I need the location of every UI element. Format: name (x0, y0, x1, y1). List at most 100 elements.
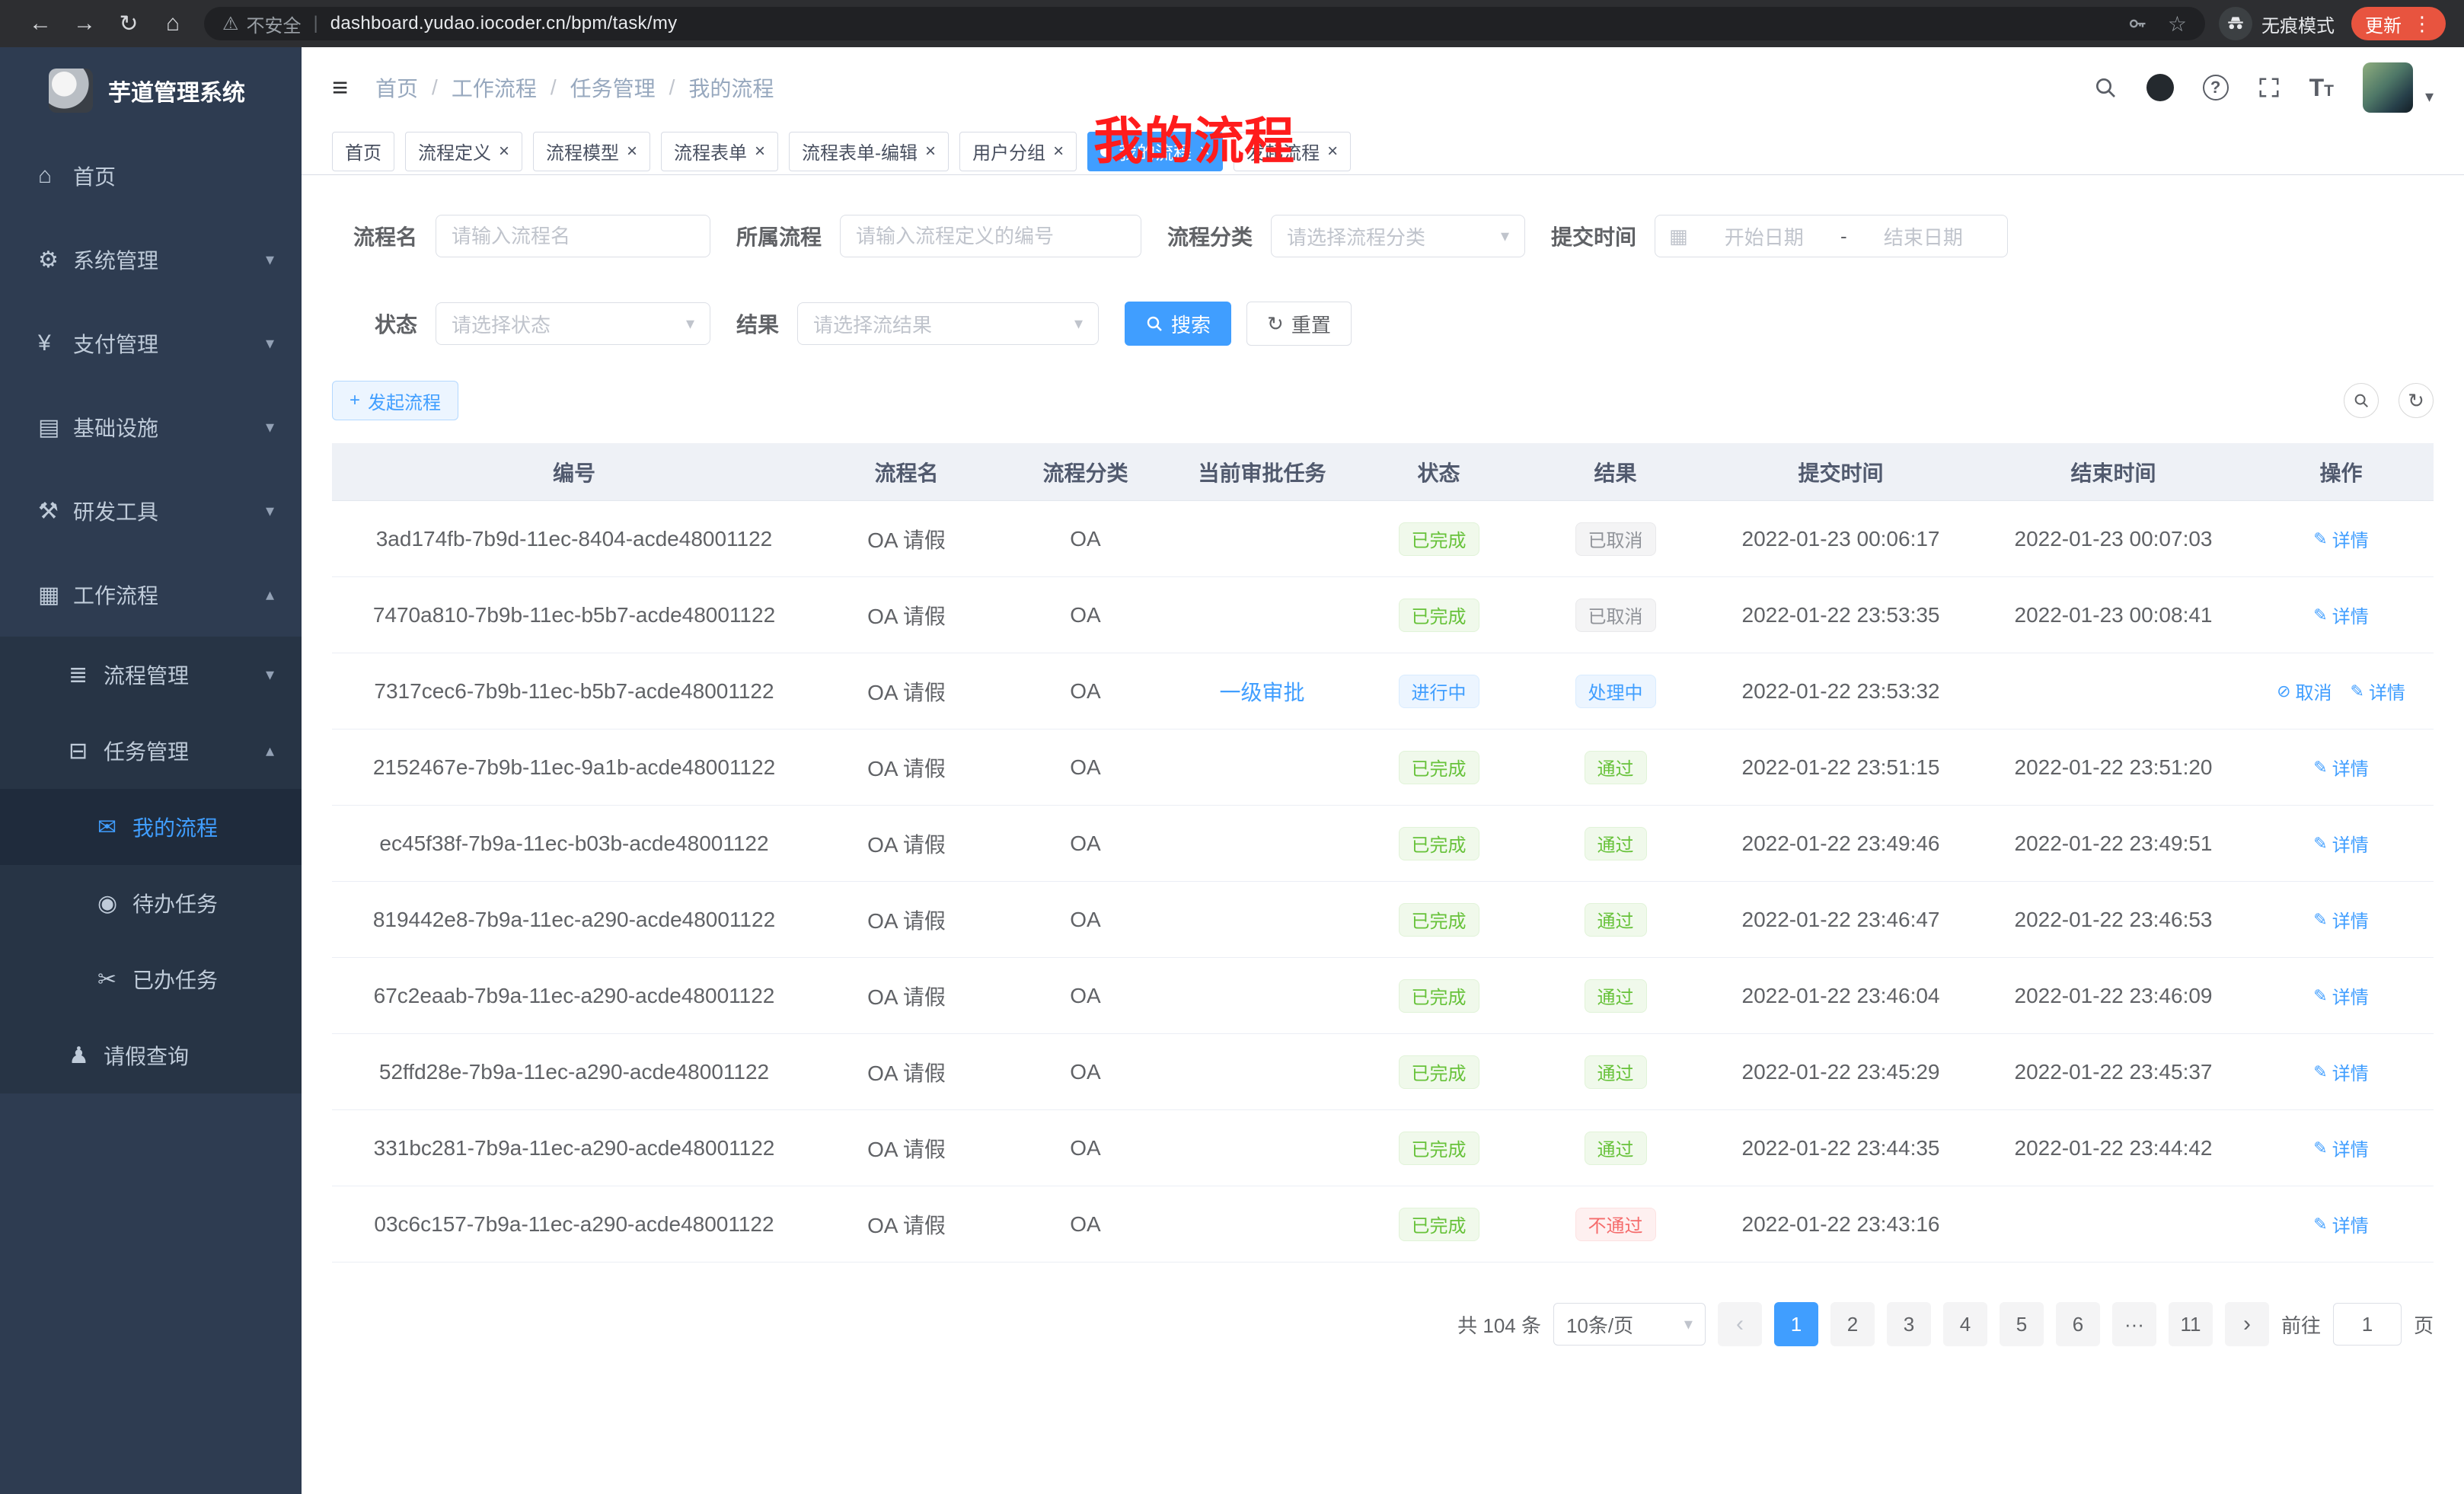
tab-process-form[interactable]: 流程表单× (661, 132, 778, 171)
page-button[interactable]: 2 (1830, 1302, 1875, 1346)
refresh-table-button[interactable]: ↻ (2399, 383, 2434, 418)
page-button[interactable]: 1 (1774, 1302, 1818, 1346)
edit-icon: ✎ (2313, 1062, 2327, 1082)
cell-result: 通过 (1527, 1132, 1703, 1165)
sidebar-item-dev-tools[interactable]: ⚒研发工具▾ (0, 469, 302, 553)
browser-home-icon[interactable]: ⌂ (151, 11, 195, 37)
update-label: 更新 (2365, 11, 2402, 37)
search-icon[interactable] (2093, 75, 2118, 100)
result-select[interactable]: 请选择流结果 ▾ (797, 302, 1099, 345)
sidebar-item-my-process[interactable]: ✉我的流程 (0, 789, 302, 865)
page-button[interactable]: 5 (2000, 1302, 2044, 1346)
close-icon[interactable]: × (627, 142, 637, 161)
passwords-key-icon[interactable] (2127, 13, 2148, 34)
breadcrumb-item[interactable]: 任务管理 (570, 72, 656, 103)
close-icon[interactable]: × (1327, 142, 1338, 161)
tab-label: 首页 (345, 138, 381, 164)
table-row: 3ad174fb-7b9d-11ec-8404-acde48001122OA 请… (332, 501, 2434, 577)
font-size-icon[interactable]: TT (2309, 75, 2334, 100)
reload-icon[interactable]: ↻ (107, 11, 151, 37)
github-icon[interactable] (2146, 74, 2174, 101)
table-row: ec45f38f-7b9a-11ec-b03b-acde48001122OA 请… (332, 806, 2434, 882)
sidebar-item-done-tasks[interactable]: ✂已办任务 (0, 941, 302, 1017)
sidebar-item-home[interactable]: ⌂首页 (0, 134, 302, 218)
edit-icon: ✎ (2313, 986, 2327, 1006)
close-icon[interactable]: × (755, 142, 765, 161)
detail-action-button[interactable]: ✎详情 (2313, 830, 2368, 857)
end-date-placeholder[interactable]: 结束日期 (1853, 222, 1993, 251)
sidebar-item-task-mgmt[interactable]: ⊟任务管理▴ (0, 713, 302, 789)
devtools-icon: ⚒ (38, 498, 73, 525)
tab-user-group[interactable]: 用户分组× (959, 132, 1077, 171)
breadcrumb-item[interactable]: 首页 (375, 72, 418, 103)
sidebar-item-payment-mgmt[interactable]: ¥支付管理▾ (0, 302, 302, 385)
page-size-select[interactable]: 10条/页 ▾ (1553, 1303, 1706, 1346)
parent-process-input[interactable] (840, 215, 1141, 257)
detail-action-button[interactable]: ✎详情 (2313, 982, 2368, 1009)
security-label[interactable]: 不安全 (247, 11, 302, 37)
tab-process-model[interactable]: 流程模型× (533, 132, 650, 171)
detail-action-button[interactable]: ✎详情 (2313, 906, 2368, 933)
create-process-button[interactable]: + 发起流程 (332, 381, 458, 420)
forward-icon[interactable]: → (62, 11, 107, 37)
address-bar[interactable]: ⚠ 不安全 | dashboard.yudao.iocoder.cn/bpm/t… (204, 7, 2205, 40)
fullscreen-icon[interactable] (2258, 76, 2280, 99)
page-button[interactable]: 4 (1943, 1302, 1987, 1346)
reset-button[interactable]: ↻ 重置 (1246, 302, 1352, 346)
close-icon[interactable]: × (925, 142, 936, 161)
cell-status: 已完成 (1350, 522, 1527, 556)
sidebar-item-leave-query[interactable]: ♟请假查询 (0, 1017, 302, 1093)
bookmark-star-icon[interactable]: ☆ (2168, 11, 2187, 37)
kebab-menu-icon[interactable]: ⋮ (2412, 12, 2432, 36)
more-pages-button[interactable]: ··· (2112, 1302, 2156, 1346)
sidebar-item-workflow[interactable]: ▦工作流程▴ (0, 553, 302, 637)
detail-action-button[interactable]: ✎详情 (2313, 602, 2368, 628)
user-menu-caret-icon[interactable]: ▾ (2425, 87, 2434, 107)
start-date-placeholder[interactable]: 开始日期 (1694, 222, 1834, 251)
prev-page-button[interactable]: ‹ (1718, 1302, 1762, 1346)
tab-my-process[interactable]: 我的流程 × (1087, 132, 1223, 171)
search-button[interactable]: 搜索 (1125, 302, 1231, 346)
detail-action-button[interactable]: ✎详情 (2313, 525, 2368, 552)
help-icon[interactable]: ? (2203, 75, 2229, 101)
status-select[interactable]: 请选择状态 ▾ (436, 302, 710, 345)
process-mgmt-icon: ≣ (69, 662, 104, 688)
sidebar-item-infrastructure[interactable]: ▤基础设施▾ (0, 385, 302, 469)
category-select[interactable]: 请选择流程分类 ▾ (1271, 215, 1525, 257)
tab-process-definition[interactable]: 流程定义× (405, 132, 522, 171)
current-task-link[interactable]: 一级审批 (1219, 681, 1304, 704)
page-button[interactable]: 3 (1887, 1302, 1931, 1346)
detail-action-button[interactable]: ✎详情 (2351, 678, 2405, 704)
jump-page-input[interactable] (2333, 1303, 2402, 1346)
close-icon[interactable]: × (499, 142, 509, 161)
page-button[interactable]: 6 (2056, 1302, 2100, 1346)
detail-action-button[interactable]: ✎详情 (2313, 1058, 2368, 1085)
toggle-search-button[interactable] (2344, 383, 2379, 418)
detail-action-button[interactable]: ✎详情 (2313, 1211, 2368, 1237)
detail-action-button[interactable]: ✎详情 (2313, 754, 2368, 781)
tab-start-process[interactable]: 发起流程× (1234, 132, 1351, 171)
tab-label: 我的流程 (1119, 138, 1192, 164)
submit-time-range-picker[interactable]: ▦ 开始日期 - 结束日期 (1655, 215, 2008, 257)
cell-status: 已完成 (1350, 827, 1527, 860)
sidebar-item-todo-tasks[interactable]: ◉待办任务 (0, 865, 302, 941)
sidebar-toggle-icon[interactable]: ≡ (332, 72, 348, 104)
detail-action-button[interactable]: ✎详情 (2313, 1135, 2368, 1161)
back-icon[interactable]: ← (18, 11, 62, 37)
sidebar-item-process-mgmt[interactable]: ≣流程管理▾ (0, 637, 302, 713)
breadcrumb-item[interactable]: 工作流程 (452, 72, 537, 103)
close-icon[interactable]: × (1053, 142, 1064, 161)
tab-process-form-edit[interactable]: 流程表单-编辑× (789, 132, 949, 171)
page-button[interactable]: 11 (2169, 1302, 2213, 1346)
process-name-input[interactable] (436, 215, 710, 257)
cancel-action-button[interactable]: ⊘取消 (2277, 678, 2332, 704)
next-page-button[interactable]: › (2225, 1302, 2269, 1346)
breadcrumb-item[interactable]: 我的流程 (688, 72, 774, 103)
sidebar-item-system-mgmt[interactable]: ⚙系统管理▾ (0, 218, 302, 302)
tab-home[interactable]: 首页 (332, 132, 394, 171)
url-text[interactable]: dashboard.yudao.iocoder.cn/bpm/task/my (330, 13, 678, 34)
process-name-label: 流程名 (332, 221, 417, 251)
close-icon[interactable]: × (1199, 142, 1210, 161)
user-avatar[interactable] (2363, 62, 2413, 113)
update-button[interactable]: 更新 ⋮ (2351, 7, 2446, 40)
